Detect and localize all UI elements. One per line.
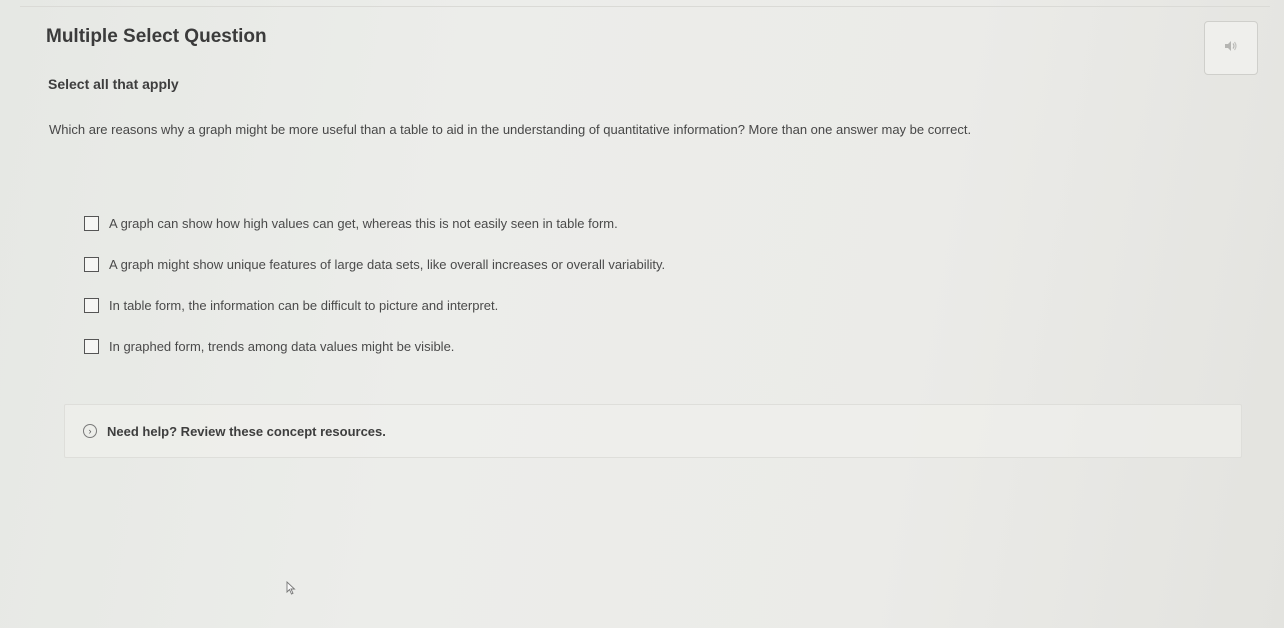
top-divider (20, 6, 1270, 7)
answer-option-4[interactable]: In graphed form, trends among data value… (84, 326, 665, 367)
option-4-label[interactable]: In graphed form, trends among data value… (109, 339, 454, 354)
option-1-checkbox[interactable] (84, 216, 99, 231)
mouse-pointer-icon (286, 580, 296, 600)
answer-option-1[interactable]: A graph can show how high values can get… (84, 203, 665, 244)
question-type-title: Multiple Select Question (46, 26, 267, 47)
option-2-label[interactable]: A graph might show unique features of la… (109, 257, 665, 272)
answer-option-2[interactable]: A graph might show unique features of la… (84, 244, 665, 285)
option-3-label[interactable]: In table form, the information can be di… (109, 298, 498, 313)
option-3-checkbox[interactable] (84, 298, 99, 313)
answer-options: A graph can show how high values can get… (84, 203, 665, 367)
audio-button[interactable] (1204, 21, 1258, 75)
chevron-right-icon[interactable]: › (83, 424, 97, 438)
concept-resources-toggle[interactable]: › Need help? Review these concept resour… (64, 404, 1242, 458)
option-2-checkbox[interactable] (84, 257, 99, 272)
select-all-instruction: Select all that apply (48, 76, 179, 92)
answer-option-3[interactable]: In table form, the information can be di… (84, 285, 665, 326)
option-1-label[interactable]: A graph can show how high values can get… (109, 216, 618, 231)
option-4-checkbox[interactable] (84, 339, 99, 354)
concept-resources-label[interactable]: Need help? Review these concept resource… (107, 424, 386, 439)
speaker-icon (1224, 39, 1238, 57)
question-prompt: Which are reasons why a graph might be m… (49, 122, 972, 137)
